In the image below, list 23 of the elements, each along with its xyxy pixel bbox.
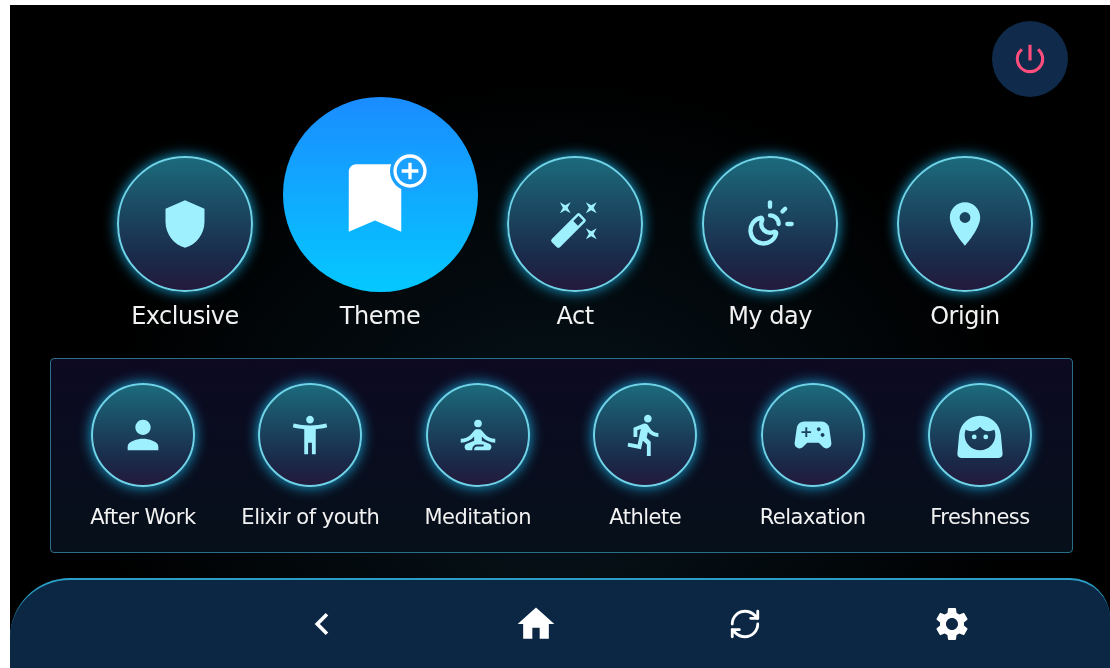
scene-button[interactable] bbox=[91, 382, 195, 487]
sync-icon bbox=[728, 607, 762, 641]
scene-label: Elixir of youth bbox=[241, 504, 380, 529]
mode-label: Exclusive bbox=[131, 302, 239, 330]
mode-button[interactable] bbox=[897, 156, 1033, 292]
scene-label: After Work bbox=[90, 504, 196, 529]
mode-label: Theme bbox=[339, 302, 421, 330]
scene-button[interactable] bbox=[927, 382, 1032, 487]
scene-label: Freshness bbox=[930, 504, 1030, 529]
scene-label: Athlete bbox=[609, 504, 682, 529]
mode-label: My day bbox=[728, 302, 812, 330]
scene-button[interactable] bbox=[760, 382, 865, 487]
scene-label: Relaxation bbox=[759, 504, 866, 529]
scene-button[interactable] bbox=[593, 382, 698, 487]
mode-button[interactable] bbox=[702, 156, 838, 292]
scene-button[interactable] bbox=[425, 382, 530, 487]
mode-button[interactable] bbox=[507, 156, 643, 292]
scene-button[interactable] bbox=[258, 382, 363, 487]
sync-button[interactable] bbox=[728, 607, 762, 641]
scene-label: Meditation bbox=[424, 504, 532, 529]
mode-button[interactable] bbox=[117, 156, 253, 292]
mode-label: Act bbox=[556, 302, 594, 330]
mode-label: Origin bbox=[930, 302, 1000, 330]
